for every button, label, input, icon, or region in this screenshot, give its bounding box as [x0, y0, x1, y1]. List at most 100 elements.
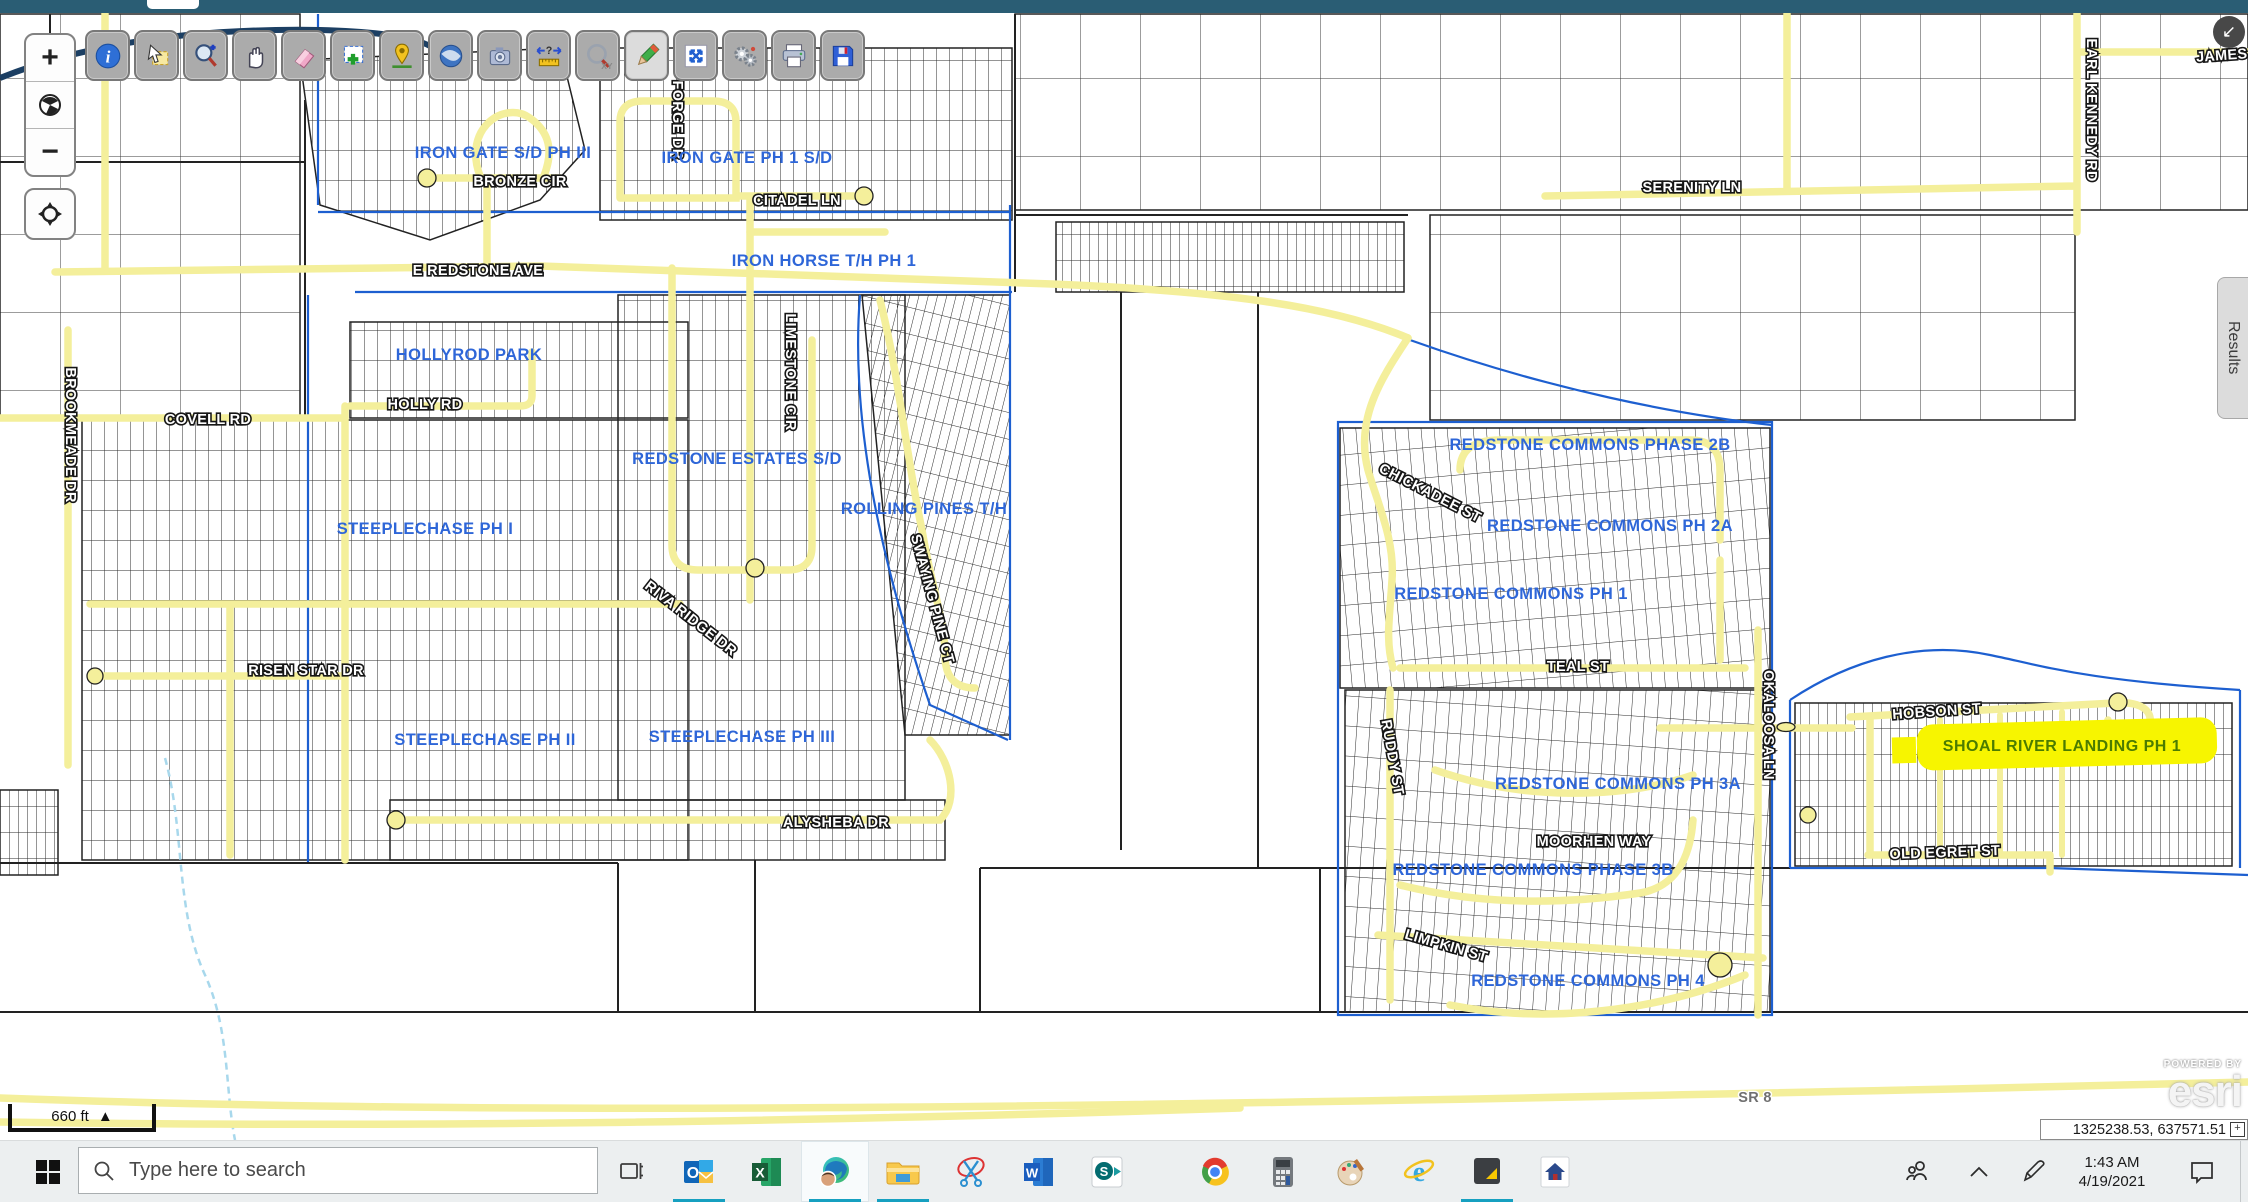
- select-features-icon: [142, 41, 172, 71]
- gis-app-taskbar-button[interactable]: [1453, 1141, 1521, 1202]
- scale-arrow-icon: ▲: [98, 1108, 113, 1125]
- print-icon: [779, 41, 809, 71]
- search-icon: [93, 1160, 115, 1182]
- clock-date: 4/19/2021: [2079, 1172, 2146, 1191]
- search-input[interactable]: [127, 1158, 551, 1183]
- zoom-extent-button[interactable]: [673, 30, 718, 81]
- subdivision-label: REDSTONE COMMONS PHASE 3B: [1392, 861, 1673, 879]
- excel-taskbar-button[interactable]: X: [733, 1141, 801, 1202]
- street-label: ALYSHEBA DR: [783, 815, 889, 831]
- locate-address-icon: [387, 41, 417, 71]
- paint-taskbar-button[interactable]: [1317, 1141, 1385, 1202]
- draw-button[interactable]: [624, 30, 669, 81]
- taskbar-apps: OX W Se: [665, 1141, 1589, 1202]
- select-features-button[interactable]: [134, 30, 179, 81]
- crosshair-icon: [36, 200, 64, 228]
- excel-icon: X: [747, 1152, 787, 1192]
- task-view-icon: [617, 1158, 645, 1186]
- street-label: LIMESTONE CIR: [782, 313, 798, 430]
- subdivision-label: IRON GATE S/D PH III: [415, 144, 591, 162]
- start-button[interactable]: [20, 1141, 76, 1202]
- save-button[interactable]: [820, 30, 865, 81]
- subdivision-label: REDSTONE COMMONS PHASE 2B: [1449, 436, 1730, 454]
- people-icon: [1904, 1158, 1932, 1186]
- locate-address-button[interactable]: [379, 30, 424, 81]
- map-canvas[interactable]: BRONZE CIRCITADEL LNE REDSTONE AVEFORGE …: [0, 13, 2248, 1140]
- taskbar-search[interactable]: [78, 1147, 598, 1194]
- svg-text:?: ?: [545, 44, 552, 56]
- subdivision-label: REDSTONE COMMONS PH 4: [1471, 972, 1705, 990]
- pan-button[interactable]: [232, 30, 277, 81]
- pen-icon: [2020, 1159, 2046, 1185]
- street-label: TEAL ST: [1547, 659, 1609, 675]
- identify-button[interactable]: i: [85, 30, 130, 81]
- geoprocessing-tools-button[interactable]: [722, 30, 767, 81]
- taskbar-clock[interactable]: 1:43 AM 4/19/2021: [2064, 1141, 2160, 1202]
- subdivision-label: REDSTONE COMMONS PH 2A: [1487, 517, 1733, 535]
- zoom-window-button[interactable]: [183, 30, 228, 81]
- map-snapshot-icon: [485, 41, 515, 71]
- window-header-bar: [0, 0, 2248, 13]
- parcel-map[interactable]: BRONZE CIRCITADEL LNE REDSTONE AVEFORGE …: [0, 13, 2248, 1140]
- google-earth-button[interactable]: [428, 30, 473, 81]
- internet-explorer-taskbar-button[interactable]: e: [1385, 1141, 1453, 1202]
- globe-home-button[interactable]: [26, 81, 74, 128]
- street-label: BROOKMEADE DR: [62, 367, 78, 502]
- scale-label: 660 ft: [51, 1108, 89, 1125]
- sharepoint-icon: S: [1087, 1152, 1127, 1192]
- save-icon: [828, 41, 858, 71]
- chrome-taskbar-button[interactable]: [1181, 1141, 1249, 1202]
- calculator-icon: [1263, 1152, 1303, 1192]
- property-app-taskbar-button[interactable]: [1521, 1141, 1589, 1202]
- map-snapshot-button[interactable]: [477, 30, 522, 81]
- show-desktop-button[interactable]: [2240, 1141, 2248, 1202]
- coordinate-expand-icon[interactable]: +: [2230, 1122, 2245, 1137]
- street-label: COVELL RD: [165, 412, 251, 428]
- measure-distance-button[interactable]: ?: [526, 30, 571, 81]
- esri-watermark: POWERED BY esri: [2120, 1060, 2242, 1114]
- edge-icon: [815, 1152, 855, 1192]
- xy-search-button[interactable]: XY: [575, 30, 620, 81]
- word-taskbar-button[interactable]: W: [1005, 1141, 1073, 1202]
- subdivision-label: IRON GATE PH 1 S/D: [662, 149, 833, 167]
- action-center-icon: [2189, 1159, 2215, 1185]
- outlook-taskbar-button[interactable]: O: [665, 1141, 733, 1202]
- zoom-out-button[interactable]: −: [26, 128, 74, 175]
- collapse-panel-button[interactable]: ↙: [2213, 16, 2245, 48]
- add-selection-button[interactable]: [330, 30, 375, 81]
- internet-explorer-icon: e: [1399, 1152, 1439, 1192]
- print-button[interactable]: [771, 30, 816, 81]
- sharepoint-taskbar-button[interactable]: S: [1073, 1141, 1141, 1202]
- svg-text:W: W: [1026, 1165, 1039, 1180]
- edge-taskbar-button[interactable]: [801, 1141, 869, 1202]
- snipping-tool-taskbar-button[interactable]: [937, 1141, 1005, 1202]
- erase-button[interactable]: [281, 30, 326, 81]
- street-label: MOORHEN WAY: [1537, 834, 1652, 850]
- tray-overflow-button[interactable]: [1962, 1141, 1996, 1202]
- scale-bar: 660 ft ▲: [8, 1104, 156, 1132]
- results-tab[interactable]: Results: [2217, 277, 2248, 419]
- street-label: SERENITY LN: [1643, 180, 1742, 196]
- action-center-button[interactable]: [2180, 1141, 2224, 1202]
- street-label: CITADEL LN: [753, 193, 841, 209]
- subdivision-label: REDSTONE ESTATES S/D: [632, 450, 842, 468]
- task-view-button[interactable]: [608, 1141, 654, 1202]
- file-explorer-taskbar-button[interactable]: [869, 1141, 937, 1202]
- street-label: EARL KENNEDY RD: [2083, 38, 2099, 181]
- header-tab: [147, 0, 199, 9]
- xy-search-icon: XY: [583, 41, 613, 71]
- chrome-icon: [1195, 1152, 1235, 1192]
- people-button[interactable]: [1898, 1141, 1938, 1202]
- snipping-tool-icon: [951, 1152, 991, 1192]
- svg-text:S: S: [1100, 1164, 1109, 1179]
- chevron-up-icon: [1968, 1165, 1990, 1179]
- measure-distance-icon: ?: [534, 41, 564, 71]
- locate-me-button[interactable]: [24, 188, 76, 240]
- zoom-extent-icon: [681, 41, 711, 71]
- zoom-in-button[interactable]: +: [26, 35, 74, 81]
- pen-tray-button[interactable]: [2016, 1141, 2050, 1202]
- subdivision-label: REDSTONE COMMONS PH 3A: [1495, 775, 1741, 793]
- gis-app-icon: [1467, 1152, 1507, 1192]
- calculator-taskbar-button[interactable]: [1249, 1141, 1317, 1202]
- windows-logo-icon: [35, 1159, 61, 1185]
